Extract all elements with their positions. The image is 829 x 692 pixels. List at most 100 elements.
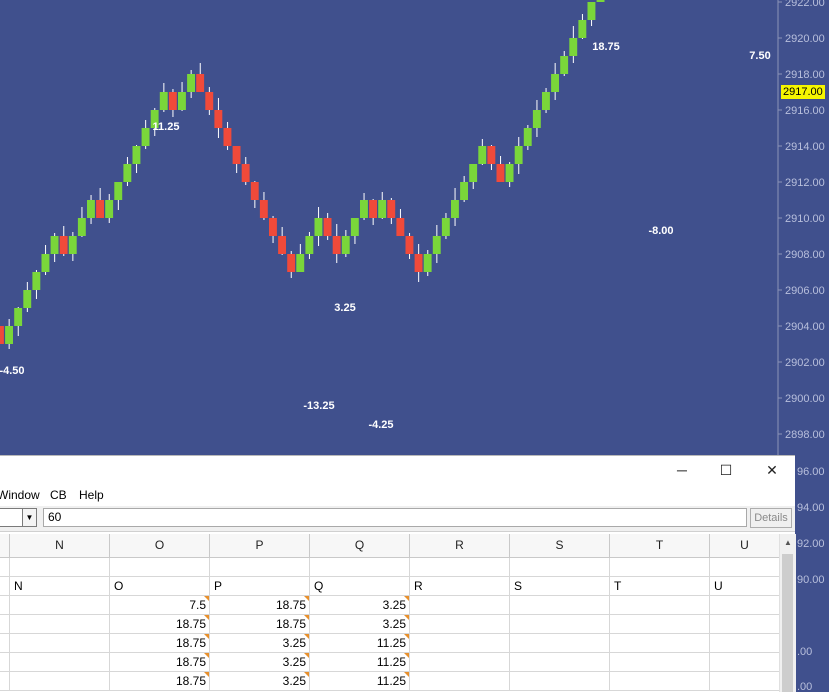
column-header[interactable]: O — [110, 534, 210, 558]
cell[interactable] — [10, 558, 110, 577]
scroll-up-icon[interactable]: ▲ — [780, 534, 796, 550]
row-stub[interactable] — [0, 577, 10, 596]
data-cell[interactable]: 3.25 — [210, 634, 310, 653]
data-cell[interactable] — [710, 615, 779, 634]
renko-brick — [487, 146, 496, 164]
renko-brick — [105, 200, 114, 218]
data-cell[interactable]: 3.25 — [210, 672, 310, 691]
cell[interactable] — [110, 558, 210, 577]
data-cell[interactable] — [710, 634, 779, 653]
data-cell[interactable] — [410, 596, 510, 615]
y-tick-label: 2918.00 — [785, 69, 825, 81]
data-cell[interactable] — [10, 672, 110, 691]
cell[interactable] — [710, 558, 779, 577]
header-row-cell[interactable]: R — [410, 577, 510, 596]
close-icon[interactable]: ✕ — [752, 458, 792, 482]
maximize-icon[interactable]: ☐ — [706, 458, 746, 482]
column-header[interactable]: S — [510, 534, 610, 558]
data-cell[interactable]: 18.75 — [210, 615, 310, 634]
spreadsheet-window[interactable]: ─ ☐ ✕ Window CB Help ▼ 60 Details NOPQRS… — [0, 455, 796, 692]
menu-help[interactable]: Help — [79, 488, 104, 502]
data-cell[interactable] — [610, 672, 710, 691]
row-stub[interactable] — [0, 653, 10, 672]
data-cell[interactable] — [10, 653, 110, 672]
column-header[interactable]: N — [10, 534, 110, 558]
data-cell[interactable] — [710, 596, 779, 615]
data-cell[interactable]: 11.25 — [310, 653, 410, 672]
data-cell[interactable] — [410, 615, 510, 634]
data-cell[interactable]: 11.25 — [310, 672, 410, 691]
data-cell[interactable]: 18.75 — [110, 615, 210, 634]
cell[interactable] — [310, 558, 410, 577]
cell[interactable] — [510, 558, 610, 577]
column-header[interactable]: R — [410, 534, 510, 558]
renko-brick — [232, 146, 241, 164]
header-row-cell[interactable]: Q — [310, 577, 410, 596]
data-cell[interactable] — [510, 634, 610, 653]
data-cell[interactable] — [10, 615, 110, 634]
data-cell[interactable]: 7.5 — [110, 596, 210, 615]
row-stub[interactable] — [0, 596, 10, 615]
cell[interactable] — [410, 558, 510, 577]
data-cell[interactable] — [610, 596, 710, 615]
data-cell[interactable] — [410, 672, 510, 691]
data-cell[interactable] — [10, 596, 110, 615]
title-bar[interactable]: ─ ☐ ✕ — [0, 456, 795, 484]
comment-flag-icon — [304, 672, 309, 677]
formula-input[interactable]: 60 — [43, 508, 747, 527]
data-cell[interactable]: 3.25 — [210, 653, 310, 672]
cell[interactable] — [610, 558, 710, 577]
comment-flag-icon — [304, 653, 309, 658]
renko-brick — [96, 200, 104, 218]
column-header[interactable]: Q — [310, 534, 410, 558]
row-stub[interactable] — [0, 672, 10, 691]
header-row-cell[interactable]: P — [210, 577, 310, 596]
column-header[interactable]: P — [210, 534, 310, 558]
data-cell[interactable] — [710, 672, 779, 691]
header-row-cell[interactable]: U — [710, 577, 779, 596]
data-cell[interactable]: 3.25 — [310, 615, 410, 634]
data-cell[interactable]: 18.75 — [210, 596, 310, 615]
row-stub[interactable] — [0, 558, 10, 577]
data-cell[interactable] — [510, 615, 610, 634]
header-row-cell[interactable]: N — [10, 577, 110, 596]
menu-window[interactable]: Window — [0, 488, 40, 502]
data-cell[interactable] — [510, 653, 610, 672]
data-cell[interactable] — [10, 634, 110, 653]
data-cell[interactable] — [610, 634, 710, 653]
data-cell[interactable] — [410, 653, 510, 672]
spreadsheet-grid[interactable]: N O P Q R S T U N O P Q R S T U 7.5 18.75 3.25 18.75 18.75 3.… — [0, 534, 779, 692]
data-cell[interactable] — [510, 672, 610, 691]
details-button[interactable]: Details — [750, 508, 792, 528]
data-cell[interactable] — [510, 596, 610, 615]
data-cell[interactable]: 18.75 — [110, 653, 210, 672]
data-cell[interactable]: 3.25 — [310, 596, 410, 615]
renko-brick — [250, 182, 259, 200]
data-cell[interactable] — [710, 653, 779, 672]
scroll-thumb[interactable] — [782, 554, 793, 692]
cell[interactable] — [210, 558, 310, 577]
data-cell[interactable] — [610, 653, 710, 672]
corner-cell[interactable] — [0, 534, 10, 558]
y-tick-label: 2904.00 — [785, 321, 825, 333]
renko-brick — [432, 236, 441, 254]
vertical-scrollbar[interactable]: ▲ — [779, 534, 796, 692]
header-row-cell[interactable]: T — [610, 577, 710, 596]
data-cell[interactable]: 18.75 — [110, 672, 210, 691]
menu-cb[interactable]: CB — [50, 488, 67, 502]
data-cell[interactable] — [610, 615, 710, 634]
row-stub[interactable] — [0, 634, 10, 653]
name-box[interactable]: ▼ — [0, 508, 37, 527]
renko-brick — [159, 92, 168, 110]
minimize-icon[interactable]: ─ — [662, 458, 702, 482]
dropdown-arrow-icon[interactable]: ▼ — [22, 509, 36, 526]
data-cell[interactable]: 11.25 — [310, 634, 410, 653]
column-header[interactable]: U — [710, 534, 779, 558]
data-cell[interactable] — [410, 634, 510, 653]
row-stub[interactable] — [0, 615, 10, 634]
header-row-cell[interactable]: S — [510, 577, 610, 596]
renko-brick — [259, 200, 268, 218]
header-row-cell[interactable]: O — [110, 577, 210, 596]
data-cell[interactable]: 18.75 — [110, 634, 210, 653]
column-header[interactable]: T — [610, 534, 710, 558]
